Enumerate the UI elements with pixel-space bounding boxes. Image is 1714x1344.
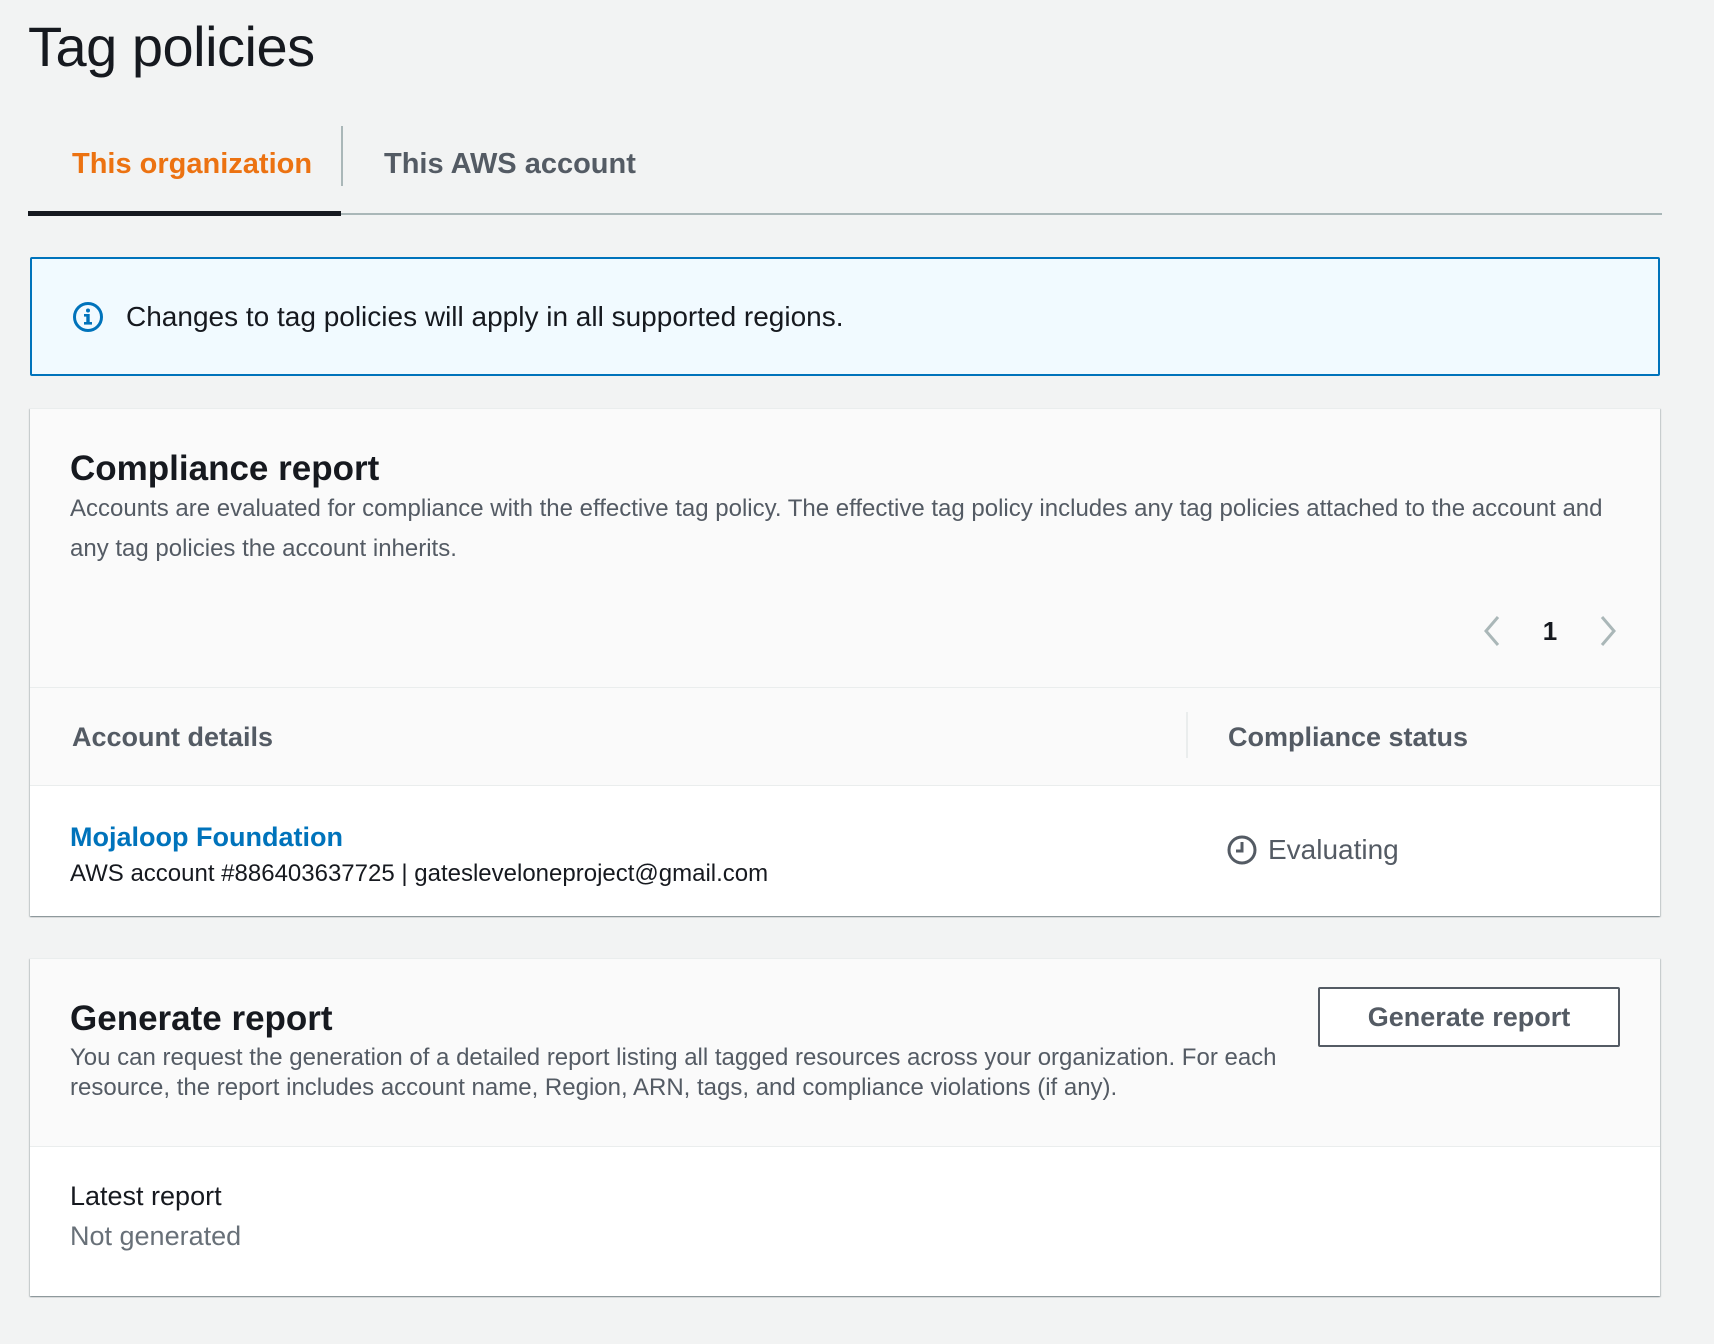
table-row: Mojaloop Foundation AWS account #8864036… xyxy=(30,786,1660,916)
account-meta: AWS account #886403637725 | gateslevelon… xyxy=(70,860,769,887)
clock-icon xyxy=(1227,835,1257,865)
chevron-left-icon xyxy=(1484,616,1500,646)
account-name-link[interactable]: Mojaloop Foundation xyxy=(70,822,343,853)
latest-report-value: Not generated xyxy=(70,1221,242,1251)
generate-report-header: Generate report You can request the gene… xyxy=(30,959,1660,1147)
pagination-current-page[interactable]: 1 xyxy=(1510,616,1590,647)
info-alert-text: Changes to tag policies will apply in al… xyxy=(126,300,844,332)
compliance-report-header: Compliance report Accounts are evaluated… xyxy=(30,409,1660,688)
generate-report-title: Generate report xyxy=(70,999,333,1038)
tab-this-aws-account[interactable]: This AWS account xyxy=(384,124,636,215)
pagination: 1 xyxy=(1474,609,1626,653)
latest-report-label: Latest report xyxy=(70,1181,222,1211)
compliance-status: Evaluating xyxy=(1226,834,1399,866)
column-header-account-details: Account details xyxy=(72,721,274,752)
compliance-report-description: Accounts are evaluated for compliance wi… xyxy=(70,495,1603,562)
generate-report-description: You can request the generation of a deta… xyxy=(70,1044,1277,1101)
info-alert: Changes to tag policies will apply in al… xyxy=(30,257,1660,376)
tab-label: This organization xyxy=(72,148,313,180)
tab-label: This AWS account xyxy=(384,148,636,180)
pagination-next-button[interactable] xyxy=(1590,609,1626,653)
compliance-report-title: Compliance report xyxy=(70,449,380,488)
tab-divider xyxy=(341,126,343,186)
generate-report-button[interactable]: Generate report xyxy=(1318,987,1620,1047)
page: Tag policies This organization This AWS … xyxy=(0,0,1714,1344)
pagination-prev-button[interactable] xyxy=(1474,609,1510,653)
tab-bar: This organization This AWS account xyxy=(28,124,1662,216)
tab-this-organization[interactable]: This organization xyxy=(28,124,341,216)
compliance-status-text: Evaluating xyxy=(1268,834,1399,865)
compliance-table-header: Account details Compliance status xyxy=(30,688,1660,786)
column-header-compliance-status: Compliance status xyxy=(1228,721,1469,752)
page-title: Tag policies xyxy=(28,15,315,78)
generate-report-card: Generate report You can request the gene… xyxy=(30,958,1660,1296)
info-icon xyxy=(73,301,103,332)
chevron-right-icon xyxy=(1600,616,1616,646)
column-separator xyxy=(1186,712,1188,758)
compliance-report-card: Compliance report Accounts are evaluated… xyxy=(30,408,1660,916)
